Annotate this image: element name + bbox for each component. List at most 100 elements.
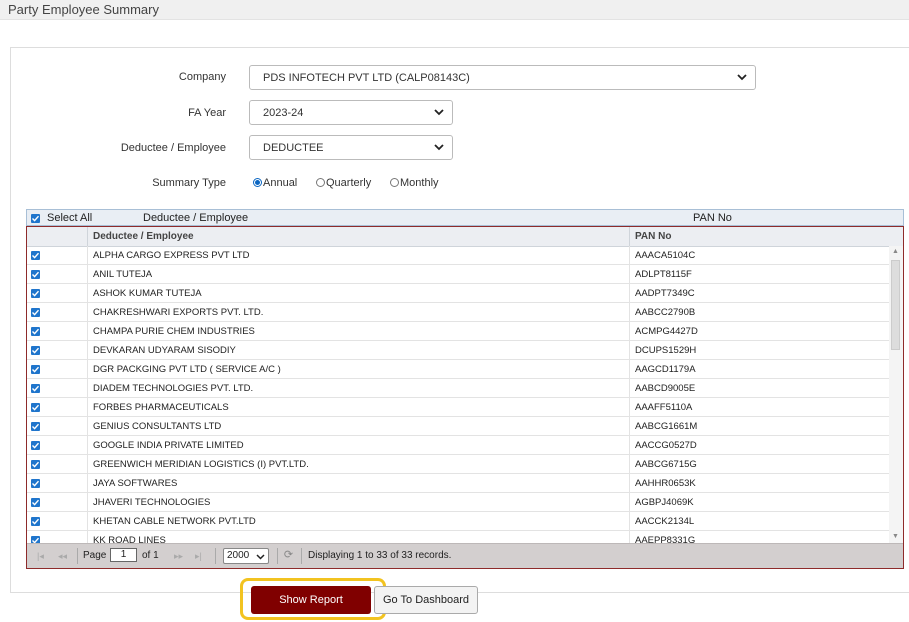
vertical-scrollbar[interactable]: ▲ ▼ [889, 246, 903, 543]
radio-monthly-circle[interactable] [390, 178, 399, 187]
table-row[interactable]: GENIUS CONSULTANTS LTD AABCG1661M [27, 417, 891, 436]
chevron-down-icon [737, 74, 747, 81]
check-icon [32, 290, 40, 297]
check-icon [32, 461, 40, 468]
table-row[interactable]: DGR PACKGING PVT LTD ( SERVICE A/C ) AAGC… [27, 360, 891, 379]
column-header-deductee[interactable]: Deductee / Employee [93, 231, 194, 242]
row-checkbox[interactable] [31, 346, 40, 355]
check-icon [32, 252, 40, 259]
cell-divider [629, 455, 630, 474]
select-all-checkbox[interactable] [31, 214, 40, 223]
grid-header-col-deductee[interactable]: Deductee / Employee [143, 212, 248, 224]
last-page-icon[interactable]: ▸| [195, 551, 202, 562]
table-row[interactable]: DIADEM TECHNOLOGIES PVT. LTD. AABCD9005E [27, 379, 891, 398]
row-checkbox[interactable] [31, 403, 40, 412]
pager-separator [277, 548, 278, 564]
table-row[interactable]: DEVKARAN UDYARAM SISODIY DCUPS1529H [27, 341, 891, 360]
table-row[interactable]: JHAVERI TECHNOLOGIES AGBPJ4069K [27, 493, 891, 512]
deductee-name-cell: GOOGLE INDIA PRIVATE LIMITED [93, 440, 244, 451]
company-select[interactable]: PDS INFOTECH PVT LTD (CALP08143C) [249, 65, 756, 90]
page-number-input[interactable]: 1 [110, 548, 137, 562]
prev-page-icon[interactable]: ◂◂ [58, 551, 67, 562]
grid-header: Select All Deductee / Employee PAN No [26, 209, 904, 226]
pan-cell: AAACA5104C [635, 250, 696, 261]
next-page-icon[interactable]: ▸▸ [174, 551, 183, 562]
refresh-icon[interactable]: ⟳ [280, 548, 297, 564]
table-row[interactable]: CHAMPA PURIE CHEM INDUSTRIES ACMPG4427D [27, 322, 891, 341]
row-checkbox[interactable] [31, 365, 40, 374]
radio-quarterly-circle[interactable] [316, 178, 325, 187]
company-value: PDS INFOTECH PVT LTD (CALP08143C) [263, 72, 470, 84]
page-size-select[interactable]: 2000 [223, 548, 269, 564]
table-row[interactable]: JAYA SOFTWARES AAHHR0653K [27, 474, 891, 493]
row-checkbox[interactable] [31, 536, 40, 543]
deductee-name-cell: ASHOK KUMAR TUTEJA [93, 288, 202, 299]
cell-divider [629, 493, 630, 512]
deductee-select[interactable]: DEDUCTEE [249, 135, 453, 160]
row-checkbox[interactable] [31, 479, 40, 488]
cell-divider [87, 474, 88, 493]
check-icon [32, 442, 40, 449]
radio-monthly[interactable]: Monthly [390, 177, 439, 189]
table-row[interactable]: ALPHA CARGO EXPRESS PVT LTD AAACA5104C [27, 246, 891, 265]
row-checkbox[interactable] [31, 384, 40, 393]
row-checkbox[interactable] [31, 251, 40, 260]
cell-divider [629, 284, 630, 303]
table-row[interactable]: ASHOK KUMAR TUTEJA AADPT7349C [27, 284, 891, 303]
check-icon [32, 404, 40, 411]
row-checkbox[interactable] [31, 441, 40, 450]
check-icon [32, 480, 40, 487]
pager-separator [215, 548, 216, 564]
table-row[interactable]: KHETAN CABLE NETWORK PVT.LTD AACCK2134L [27, 512, 891, 531]
pan-cell: AAEPP8331G [635, 535, 696, 543]
pager-separator [77, 548, 78, 564]
radio-annual-circle[interactable] [253, 178, 262, 187]
deductee-name-cell: JHAVERI TECHNOLOGIES [93, 497, 211, 508]
row-checkbox[interactable] [31, 517, 40, 526]
go-to-dashboard-button[interactable]: Go To Dashboard [374, 586, 478, 614]
cell-divider [87, 265, 88, 284]
radio-annual[interactable]: Annual [253, 177, 297, 189]
deductee-label: Deductee / Employee [120, 142, 226, 154]
cell-divider [87, 398, 88, 417]
cell-divider [87, 455, 88, 474]
records-status: Displaying 1 to 33 of 33 records. [308, 550, 452, 561]
cell-divider [629, 512, 630, 531]
deductee-name-cell: GREENWICH MERIDIAN LOGISTICS (I) PVT.LTD… [93, 459, 309, 470]
fa-year-select[interactable]: 2023-24 [249, 100, 453, 125]
row-checkbox[interactable] [31, 327, 40, 336]
deductee-value: DEDUCTEE [263, 142, 324, 154]
scrollbar-thumb[interactable] [891, 260, 900, 350]
table-row[interactable]: CHAKRESHWARI EXPORTS PVT. LTD. AABCC2790B [27, 303, 891, 322]
row-checkbox[interactable] [31, 460, 40, 469]
scroll-down-icon[interactable]: ▼ [892, 533, 899, 540]
table-row[interactable]: ANIL TUTEJA ADLPT8115F [27, 265, 891, 284]
row-checkbox[interactable] [31, 422, 40, 431]
pan-cell: AABCD9005E [635, 383, 696, 394]
row-checkbox[interactable] [31, 498, 40, 507]
table-row[interactable]: GREENWICH MERIDIAN LOGISTICS (I) PVT.LTD… [27, 455, 891, 474]
cell-divider [87, 246, 88, 265]
table-row[interactable]: FORBES PHARMACEUTICALS AAAFF5110A [27, 398, 891, 417]
row-checkbox[interactable] [31, 270, 40, 279]
table-row[interactable]: KK ROAD LINES AAEPP8331G [27, 531, 891, 543]
pan-cell: AABCC2790B [635, 307, 696, 318]
row-checkbox[interactable] [31, 308, 40, 317]
column-header-pan[interactable]: PAN No [635, 231, 671, 242]
table-row[interactable]: GOOGLE INDIA PRIVATE LIMITED AACCG0527D [27, 436, 891, 455]
page-size-value: 2000 [227, 550, 250, 561]
summary-type-label: Summary Type [152, 177, 226, 189]
cell-divider [87, 379, 88, 398]
chevron-down-icon [434, 109, 444, 116]
row-checkbox[interactable] [31, 289, 40, 298]
scroll-up-icon[interactable]: ▲ [892, 248, 899, 255]
cell-divider [629, 398, 630, 417]
first-page-icon[interactable]: |◂ [37, 551, 44, 562]
radio-monthly-label: Monthly [400, 177, 439, 189]
chevron-down-icon [256, 554, 265, 560]
radio-annual-label: Annual [263, 177, 298, 189]
grid-header-col-pan[interactable]: PAN No [693, 212, 732, 224]
cell-divider [629, 322, 630, 341]
radio-quarterly[interactable]: Quarterly [316, 177, 371, 189]
show-report-button[interactable]: Show Report [251, 586, 371, 614]
